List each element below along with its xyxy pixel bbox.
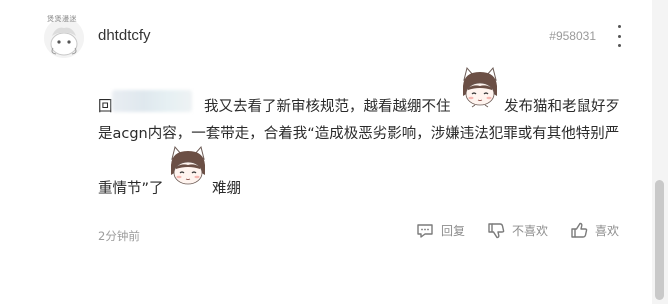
- like-button[interactable]: 喜欢: [570, 222, 619, 239]
- thumbs-up-icon: [571, 222, 588, 238]
- floor-number: #958031: [549, 29, 596, 43]
- comment-timestamp: 2分钟前: [98, 229, 140, 243]
- comment-icon: [417, 223, 433, 238]
- comment-text-line2: 是acgn内容，一套带走，合着我“造成极恶劣影响，涉嫌违法犯罪或有其他特别严: [98, 126, 620, 142]
- avatar-badge: 煲煲漫迷: [47, 15, 77, 23]
- comment-text-line3: 重情节”了: [98, 181, 164, 197]
- comment-reply-prefix: 回: [98, 99, 113, 115]
- scrollbar-thumb[interactable]: [655, 180, 664, 300]
- more-vertical-icon[interactable]: [614, 25, 624, 47]
- username[interactable]: dhtdtcfy: [98, 27, 151, 44]
- comment-text-line1: 我又去看了新审核规范，越看越绷不住: [204, 99, 451, 115]
- dislike-label: 不喜欢: [512, 224, 549, 238]
- comment-card: 煲煲漫迷 dhtdtcfy #958031 回 我又去看了新审核规范，越看越绷不…: [0, 0, 652, 304]
- comment-text-line1-end: 发布猫和老鼠好歹: [504, 99, 620, 115]
- dislike-button[interactable]: 不喜欢: [487, 222, 548, 239]
- reply-button[interactable]: 回复: [416, 222, 465, 239]
- avatar[interactable]: [44, 18, 84, 58]
- redacted-username: [112, 90, 192, 112]
- scrollbar[interactable]: [652, 0, 668, 304]
- comment-text-line3-end: 难绷: [212, 181, 241, 197]
- reply-label: 回复: [441, 224, 466, 238]
- like-label: 喜欢: [595, 224, 620, 238]
- thumbs-down-icon: [488, 223, 505, 239]
- cat-ear-girl-sticker: [463, 66, 497, 108]
- cat-ear-girl-sticker: [171, 145, 205, 185]
- avatar-image: [44, 18, 84, 58]
